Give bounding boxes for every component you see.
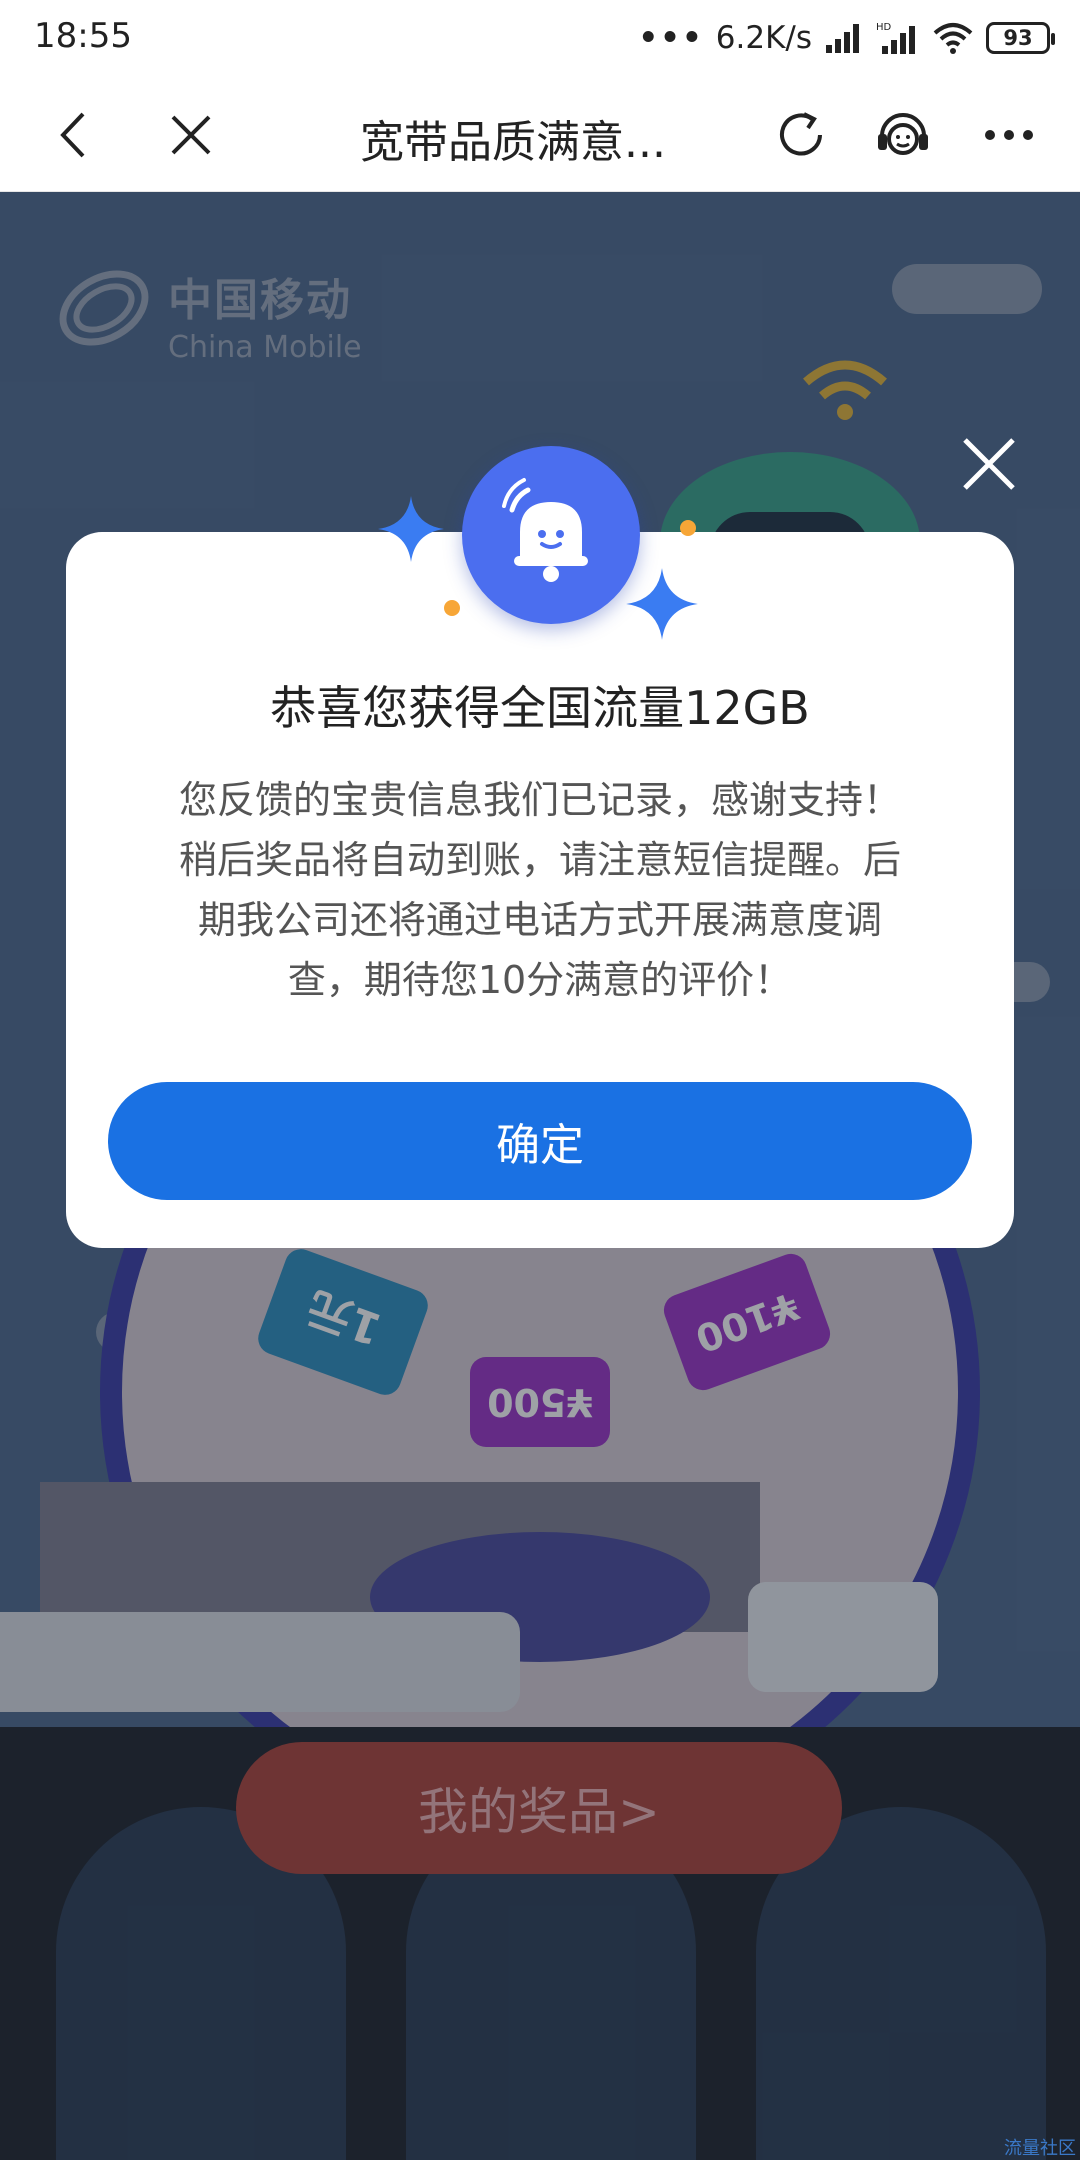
wifi-icon xyxy=(933,23,973,54)
app-nav-bar: 宽带品质满意... xyxy=(0,78,1080,192)
orange-dot-decoration xyxy=(444,600,460,616)
sparkle-icon xyxy=(378,496,444,562)
more-horizontal-icon xyxy=(985,130,1033,140)
customer-service-button[interactable] xyxy=(868,100,938,170)
my-prizes-button[interactable]: 我的奖品> xyxy=(236,1742,842,1874)
more-button[interactable] xyxy=(974,100,1044,170)
svg-text:HD: HD xyxy=(876,22,892,33)
headset-icon xyxy=(878,113,928,155)
bell-icon xyxy=(502,478,588,582)
close-icon xyxy=(171,115,211,155)
battery-level: 93 xyxy=(1003,26,1033,50)
status-bar: 18:55 ••• 6.2K/s HD 93 xyxy=(0,0,1080,78)
page-title: 宽带品质满意... xyxy=(360,117,666,166)
dialog-title: 恭喜您获得全国流量12GB xyxy=(270,681,810,735)
net-speed: 6.2K/s xyxy=(715,20,812,56)
hd-signal-icon: HD xyxy=(876,22,915,54)
status-indicators: ••• 6.2K/s HD 93 xyxy=(638,14,1055,62)
watermark: 流量社区 xyxy=(1004,2138,1076,2159)
sparkle-icon xyxy=(626,568,698,640)
dialog-message: 您反馈的宝贵信息我们已记录，感谢支持！稍后奖品将自动到账，请注意短信提醒。后期我… xyxy=(178,778,901,1002)
back-button[interactable] xyxy=(38,100,108,170)
close-icon xyxy=(963,438,1015,490)
refresh-icon xyxy=(780,112,822,156)
confirm-button[interactable]: 确定 xyxy=(108,1082,972,1200)
battery-icon: 93 xyxy=(986,22,1055,54)
chevron-left-icon xyxy=(60,112,85,158)
signal-icon xyxy=(826,24,859,53)
refresh-button[interactable] xyxy=(766,100,836,170)
more-dots-icon: ••• xyxy=(638,20,704,56)
reward-dialog: 恭喜您获得全国流量12GB 您反馈的宝贵信息我们已记录，感谢支持！稍后奖品将自动… xyxy=(66,532,1014,1248)
modal-close-button[interactable] xyxy=(950,425,1028,503)
status-time: 18:55 xyxy=(34,16,132,56)
close-page-button[interactable] xyxy=(156,100,226,170)
orange-dot-decoration xyxy=(680,520,696,536)
bell-badge xyxy=(462,446,640,624)
